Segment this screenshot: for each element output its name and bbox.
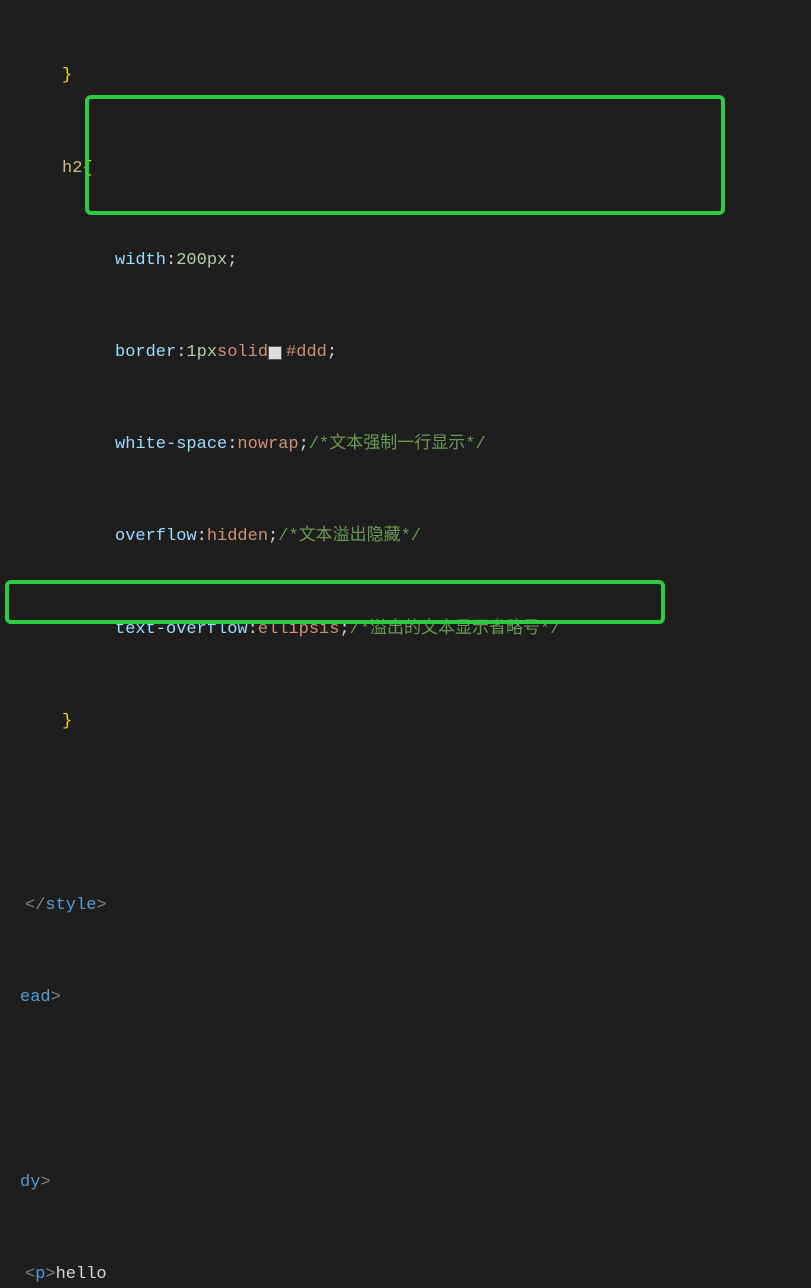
code-line: } bbox=[10, 707, 811, 738]
css-comment: /*溢出的文本显示省略号*/ bbox=[350, 615, 561, 646]
code-line: </style> bbox=[10, 891, 811, 922]
code-line: width: 200px; bbox=[10, 246, 811, 277]
color-swatch-icon[interactable] bbox=[268, 346, 282, 360]
html-tag: ead bbox=[20, 983, 51, 1014]
css-property: overflow bbox=[115, 522, 197, 553]
code-editor[interactable]: } h2{ width: 200px; border: 1px solid #d… bbox=[0, 0, 811, 1288]
css-comment: /*文本强制一行显示*/ bbox=[309, 430, 486, 461]
code-line: white-space: nowrap; /*文本强制一行显示*/ bbox=[10, 430, 811, 461]
css-value: 1px bbox=[186, 338, 217, 369]
html-tag: dy bbox=[20, 1168, 40, 1199]
code-line: dy> bbox=[10, 1167, 811, 1198]
html-tag: style bbox=[45, 891, 96, 922]
code-line: h2{ bbox=[10, 153, 811, 184]
css-comment: /*文本溢出隐藏*/ bbox=[278, 522, 421, 553]
text-node: hello bbox=[56, 1260, 107, 1288]
css-value: nowrap bbox=[237, 430, 298, 461]
css-value: ellipsis bbox=[258, 615, 340, 646]
css-property: width bbox=[115, 246, 166, 277]
code-line: overflow: hidden; /*文本溢出隐藏*/ bbox=[10, 522, 811, 553]
html-tag: p bbox=[35, 1260, 45, 1288]
code-line bbox=[10, 1075, 811, 1106]
css-property: text-overflow bbox=[115, 615, 248, 646]
css-property: white-space bbox=[115, 430, 227, 461]
css-property: border bbox=[115, 338, 176, 369]
css-value: hidden bbox=[207, 522, 268, 553]
code-line: ead> bbox=[10, 983, 811, 1014]
code-line: border: 1px solid #ddd; bbox=[10, 338, 811, 369]
brace-close: } bbox=[62, 61, 72, 92]
code-line bbox=[10, 799, 811, 830]
code-line: } bbox=[10, 61, 811, 92]
css-value: solid bbox=[217, 338, 268, 369]
css-selector: h2 bbox=[62, 154, 82, 185]
css-value: 200px bbox=[176, 246, 227, 277]
brace-close: } bbox=[62, 707, 72, 738]
brace-open: { bbox=[82, 154, 92, 185]
code-line: text-overflow: ellipsis; /*溢出的文本显示省略号*/ bbox=[10, 614, 811, 645]
css-value: #ddd bbox=[286, 338, 327, 369]
code-line: <p>hello bbox=[10, 1260, 811, 1288]
